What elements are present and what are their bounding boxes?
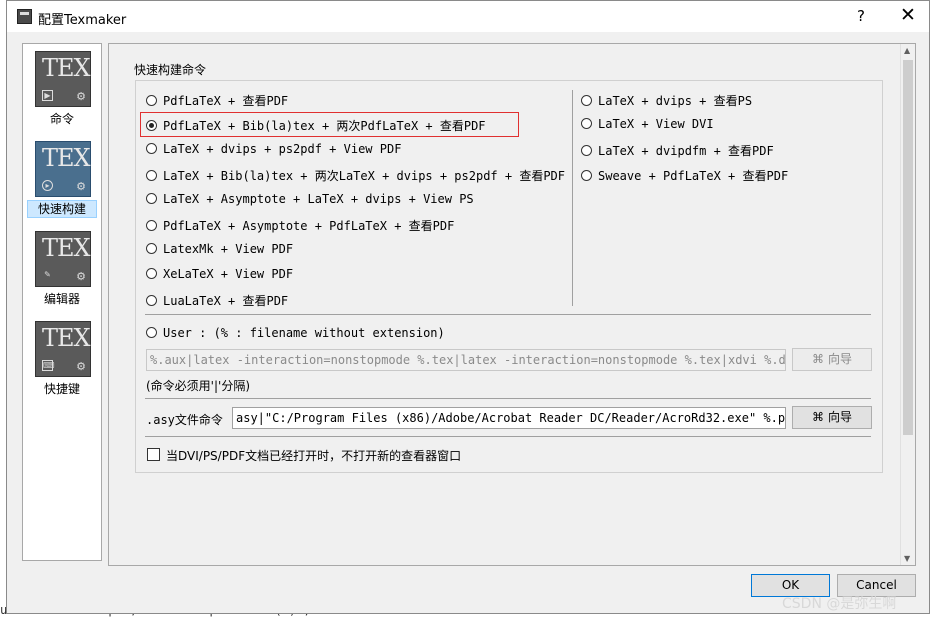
separator-note: (命令必须用'|'分隔) <box>146 379 251 393</box>
sidebar-item-label: 快捷键 <box>43 382 80 396</box>
tex-quickbuild-icon: TEX ▸ ⚙ <box>35 141 91 197</box>
no-new-viewer-label: 当DVI/PS/PDF文档已经打开时，不打开新的查看器窗口 <box>166 449 462 463</box>
radio-circle[interactable] <box>146 95 157 106</box>
asy-wizard-button[interactable]: ⌘ 向导 <box>792 406 872 429</box>
radio-pdflatex-view[interactable]: PdfLaTeX + 查看PDF <box>146 92 288 109</box>
radio-latex-dvipdfm[interactable]: LaTeX + dvipdfm + 查看PDF <box>581 142 774 159</box>
scroll-down-icon[interactable]: ▼ <box>904 554 910 563</box>
sidebar-item-label: 编辑器 <box>43 292 80 306</box>
radio-user-command[interactable]: User : (% : filename without extension) <box>146 326 445 340</box>
radio-circle[interactable] <box>146 170 157 181</box>
settings-sidebar: TEX ▶ ⚙ 命令 TEX ▸ ⚙ 快速构建 TEX ✎ ⚙ 编辑器 TEX … <box>22 43 102 561</box>
sidebar-item-shortcuts[interactable]: TEX ⌨ ⚙ 快捷键 <box>23 316 101 404</box>
radio-latex-dvips-ps2pdf[interactable]: LaTeX + dvips + ps2pdf + View PDF <box>146 142 401 156</box>
scrollbar-thumb[interactable] <box>903 60 913 435</box>
sidebar-item-editor[interactable]: TEX ✎ ⚙ 编辑器 <box>23 226 101 314</box>
no-new-viewer-checkbox[interactable] <box>147 448 160 461</box>
tex-command-icon: TEX ▶ ⚙ <box>35 51 91 107</box>
gear-icon: ⚙ <box>76 270 86 283</box>
play-icon: ▶ <box>42 90 53 101</box>
title-bar: 配置Texmaker ? ✕ <box>7 1 929 32</box>
radio-circle[interactable] <box>146 120 157 131</box>
radio-circle[interactable] <box>146 193 157 204</box>
keyboard-icon: ⌨ <box>42 360 55 371</box>
scroll-up-icon[interactable]: ▲ <box>904 46 910 55</box>
radio-circle[interactable] <box>146 268 157 279</box>
radio-circle[interactable] <box>146 220 157 231</box>
quickbuild-group-title: 快速构建命令 <box>134 63 207 77</box>
radio-circle[interactable] <box>146 295 157 306</box>
section-separator <box>145 398 871 399</box>
tex-editor-icon: TEX ✎ ⚙ <box>35 231 91 287</box>
radio-circle[interactable] <box>581 118 592 129</box>
radio-latex-bib-dvips-ps2pdf[interactable]: LaTeX + Bib(la)tex + 两次LaTeX + dvips + p… <box>146 167 565 184</box>
close-button[interactable]: ✕ <box>900 4 916 26</box>
csdn-watermark: CSDN @是弥生啊 <box>782 596 897 612</box>
tex-shortcuts-icon: TEX ⌨ ⚙ <box>35 321 91 377</box>
sidebar-item-commands[interactable]: TEX ▶ ⚙ 命令 <box>23 46 101 134</box>
radio-circle[interactable] <box>581 170 592 181</box>
radio-circle[interactable] <box>146 243 157 254</box>
sidebar-item-label: 命令 <box>49 112 74 126</box>
user-wizard-button[interactable]: ⌘ 向导 <box>792 348 872 371</box>
asy-command-label: .asy文件命令 <box>146 413 223 427</box>
radio-circle[interactable] <box>146 143 157 154</box>
sidebar-item-label: 快速构建 <box>27 200 97 218</box>
wizard-icon: ⌘ <box>811 410 824 424</box>
gear-icon: ⚙ <box>76 360 86 373</box>
radio-latexmk[interactable]: LatexMk + View PDF <box>146 242 293 256</box>
radio-xelatex[interactable]: XeLaTeX + View PDF <box>146 267 293 281</box>
sidebar-item-quickbuild[interactable]: TEX ▸ ⚙ 快速构建 <box>23 136 101 224</box>
asy-command-input[interactable]: asy|"C:/Program Files (x86)/Adobe/Acroba… <box>232 407 786 429</box>
help-button[interactable]: ? <box>857 7 865 25</box>
pencil-icon: ✎ <box>44 270 51 279</box>
app-window-icon <box>17 9 32 24</box>
section-separator <box>145 436 871 437</box>
radio-lualatex[interactable]: LuaLaTeX + 查看PDF <box>146 292 288 309</box>
radio-latex-dvips-ps[interactable]: LaTeX + dvips + 查看PS <box>581 92 752 109</box>
gear-icon: ⚙ <box>76 90 86 103</box>
radio-circle[interactable] <box>146 327 157 338</box>
radio-latex-asymptote-ps[interactable]: LaTeX + Asymptote + LaTeX + dvips + View… <box>146 192 474 206</box>
radio-sweave[interactable]: Sweave + PdfLaTeX + 查看PDF <box>581 167 788 184</box>
radio-latex-dvi[interactable]: LaTeX + View DVI <box>581 117 714 131</box>
radio-circle[interactable] <box>581 95 592 106</box>
user-command-input[interactable]: %.aux|latex -interaction=nonstopmode %.t… <box>146 349 786 371</box>
run-icon: ▸ <box>42 180 53 191</box>
dialog-title: 配置Texmaker <box>38 13 127 28</box>
radio-circle[interactable] <box>581 145 592 156</box>
radio-pdflatex-asymptote[interactable]: PdfLaTeX + Asymptote + PdfLaTeX + 查看PDF <box>146 217 454 234</box>
radio-pdflatex-bib-view[interactable]: PdfLaTeX + Bib(la)tex + 两次PdfLaTeX + 查看P… <box>146 117 486 134</box>
column-separator <box>572 90 573 306</box>
gear-icon: ⚙ <box>76 180 86 193</box>
section-separator <box>145 314 871 315</box>
vertical-scrollbar[interactable]: ▲ ▼ <box>900 44 915 565</box>
wizard-icon: ⌘ <box>811 352 824 366</box>
